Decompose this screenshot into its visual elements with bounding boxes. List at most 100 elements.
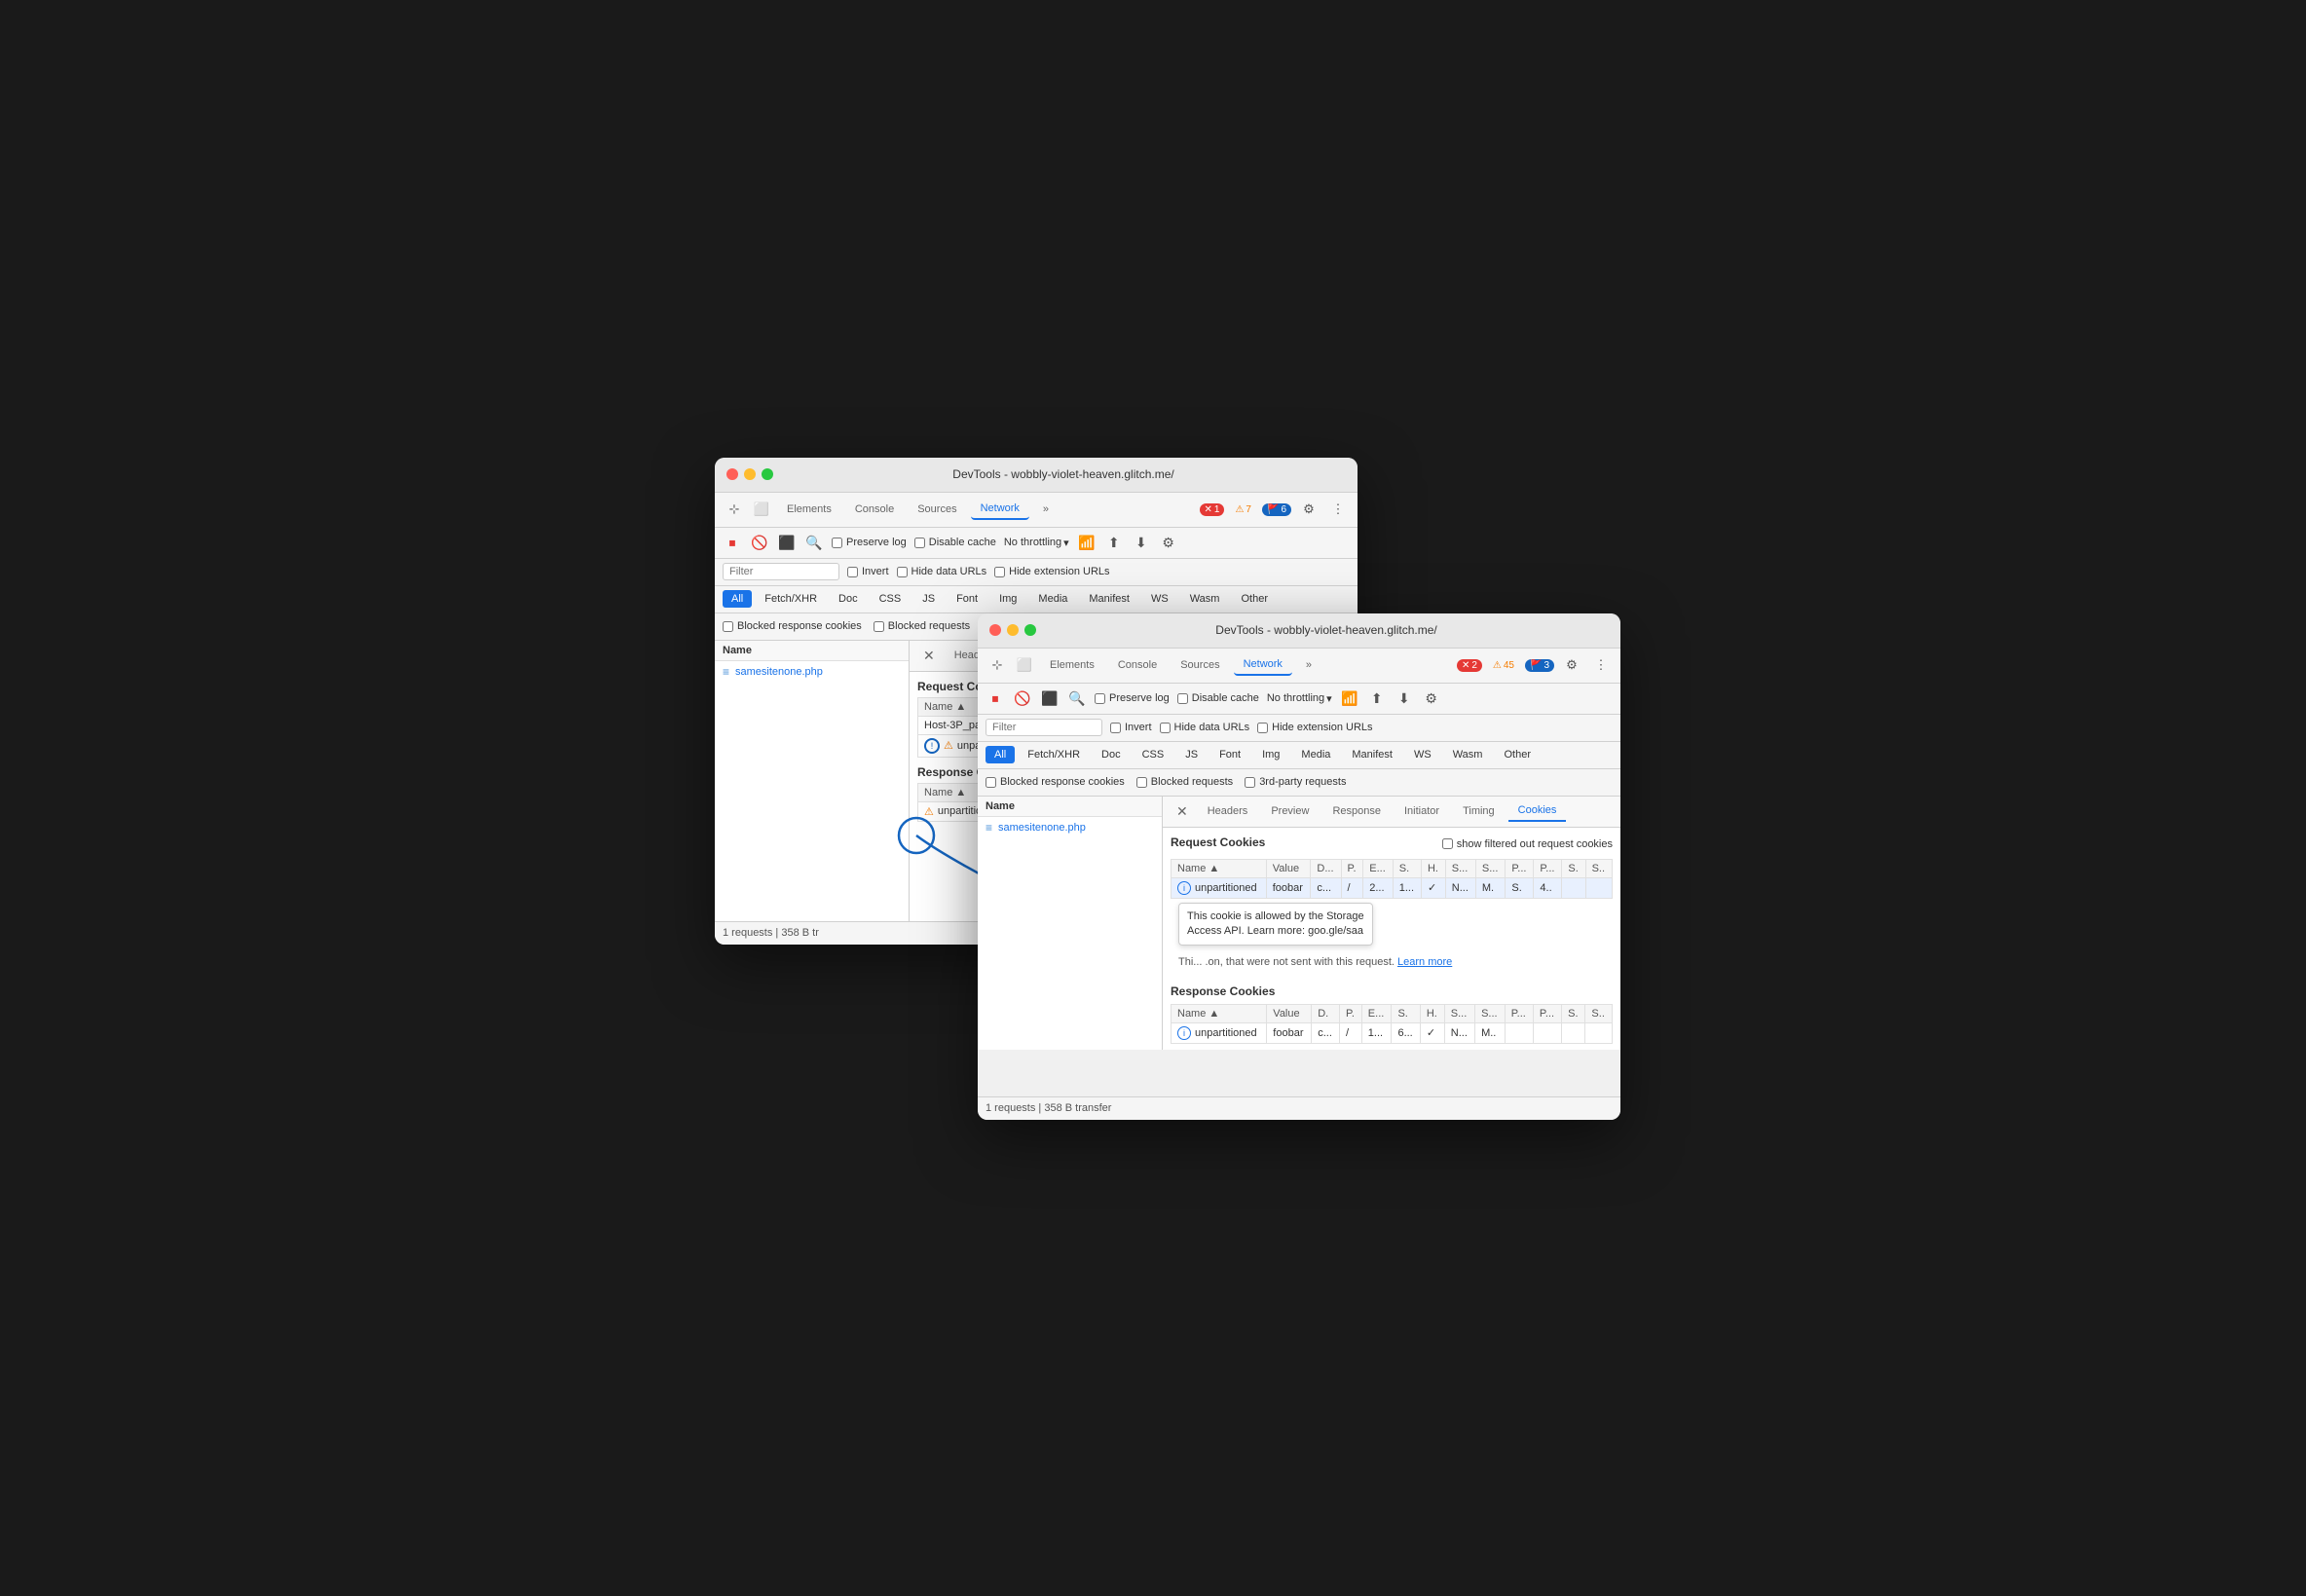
close-button-back[interactable] bbox=[726, 468, 738, 480]
type-ws-back[interactable]: WS bbox=[1142, 590, 1177, 608]
invert-label-back[interactable]: Invert bbox=[847, 566, 889, 577]
type-other-front[interactable]: Other bbox=[1495, 746, 1540, 763]
detail-preview-front[interactable]: Preview bbox=[1261, 801, 1319, 821]
stop-icon-back[interactable]: ⏹ bbox=[723, 533, 742, 552]
blocked-resp-back[interactable] bbox=[723, 621, 733, 632]
devtools-mobile-icon[interactable]: ⬜ bbox=[750, 498, 773, 521]
type-doc-front[interactable]: Doc bbox=[1093, 746, 1130, 763]
tab-more-front[interactable]: » bbox=[1296, 655, 1321, 675]
maximize-button-back[interactable] bbox=[762, 468, 773, 480]
disable-cache-checkbox-front[interactable] bbox=[1177, 693, 1188, 704]
type-js-back[interactable]: JS bbox=[913, 590, 944, 608]
preserve-log-label-front[interactable]: Preserve log bbox=[1095, 692, 1170, 704]
wifi-icon-back[interactable]: 📶 bbox=[1077, 533, 1097, 552]
upload-icon-back[interactable]: ⬆ bbox=[1104, 533, 1124, 552]
type-img-back[interactable]: Img bbox=[990, 590, 1025, 608]
download-icon-back[interactable]: ⬇ bbox=[1132, 533, 1151, 552]
tab-sources-front[interactable]: Sources bbox=[1171, 655, 1229, 675]
tab-network-front[interactable]: Network bbox=[1234, 654, 1292, 676]
third-party-front[interactable] bbox=[1245, 777, 1255, 788]
learn-more-link-front[interactable]: Learn more bbox=[1397, 956, 1452, 968]
detail-headers-front[interactable]: Headers bbox=[1198, 801, 1258, 821]
name-row-back[interactable]: ≡ samesitenone.php bbox=[715, 661, 909, 683]
invert-checkbox-front[interactable] bbox=[1110, 723, 1121, 733]
type-js-front[interactable]: JS bbox=[1176, 746, 1207, 763]
settings2-icon-front[interactable]: ⚙ bbox=[1422, 688, 1441, 708]
type-font-front[interactable]: Font bbox=[1210, 746, 1249, 763]
blocked-req-label-back[interactable]: Blocked requests bbox=[874, 620, 970, 632]
blocked-resp-front[interactable] bbox=[986, 777, 996, 788]
blocked-req-back[interactable] bbox=[874, 621, 884, 632]
blocked-resp-label-front[interactable]: Blocked response cookies bbox=[986, 776, 1125, 788]
detail-close-front[interactable]: ✕ bbox=[1171, 803, 1194, 820]
preserve-log-label-back[interactable]: Preserve log bbox=[832, 537, 907, 548]
detail-close-back[interactable]: ✕ bbox=[917, 648, 941, 664]
search-icon-front[interactable]: 🔍 bbox=[1067, 688, 1087, 708]
stop-icon-front[interactable]: ⏹ bbox=[986, 688, 1005, 708]
more-icon-back[interactable]: ⋮ bbox=[1326, 498, 1350, 521]
tab-elements-back[interactable]: Elements bbox=[777, 500, 841, 519]
show-filtered-checkbox-front[interactable] bbox=[1442, 838, 1453, 849]
download-icon-front[interactable]: ⬇ bbox=[1395, 688, 1414, 708]
show-filtered-label-front[interactable]: show filtered out request cookies bbox=[1442, 838, 1613, 850]
type-css-front[interactable]: CSS bbox=[1134, 746, 1173, 763]
settings-icon-front[interactable]: ⚙ bbox=[1560, 653, 1583, 677]
tab-sources-back[interactable]: Sources bbox=[908, 500, 966, 519]
hide-data-urls-label-front[interactable]: Hide data URLs bbox=[1160, 722, 1250, 733]
type-all-front[interactable]: All bbox=[986, 746, 1015, 763]
clear-icon-back[interactable]: 🚫 bbox=[750, 533, 769, 552]
devtools-cursor-icon-front[interactable]: ⊹ bbox=[986, 653, 1009, 677]
resp-row-1-front[interactable]: i unpartitioned foobar c... / 1... 6... … bbox=[1172, 1022, 1613, 1043]
disable-cache-label-back[interactable]: Disable cache bbox=[914, 537, 996, 548]
detail-timing-front[interactable]: Timing bbox=[1453, 801, 1505, 821]
clear-icon-front[interactable]: 🚫 bbox=[1013, 688, 1032, 708]
settings-icon-back[interactable]: ⚙ bbox=[1297, 498, 1320, 521]
blocked-req-label-front[interactable]: Blocked requests bbox=[1136, 776, 1233, 788]
third-party-label-front[interactable]: 3rd-party requests bbox=[1245, 776, 1346, 788]
throttle-back[interactable]: No throttling ▾ bbox=[1004, 537, 1069, 549]
settings2-icon-back[interactable]: ⚙ bbox=[1159, 533, 1178, 552]
filter-input-back[interactable] bbox=[723, 563, 839, 580]
minimize-button-back[interactable] bbox=[744, 468, 756, 480]
throttle-front[interactable]: No throttling ▾ bbox=[1267, 692, 1332, 705]
name-row-front[interactable]: ≡ samesitenone.php bbox=[978, 817, 1162, 838]
type-manifest-back[interactable]: Manifest bbox=[1080, 590, 1138, 608]
tab-console-front[interactable]: Console bbox=[1108, 655, 1167, 675]
wifi-icon-front[interactable]: 📶 bbox=[1340, 688, 1359, 708]
type-media-back[interactable]: Media bbox=[1029, 590, 1076, 608]
type-wasm-back[interactable]: Wasm bbox=[1181, 590, 1229, 608]
hide-ext-label-back[interactable]: Hide extension URLs bbox=[994, 566, 1109, 577]
disable-cache-label-front[interactable]: Disable cache bbox=[1177, 692, 1259, 704]
type-css-back[interactable]: CSS bbox=[871, 590, 911, 608]
tab-more-back[interactable]: » bbox=[1033, 500, 1059, 519]
devtools-cursor-icon[interactable]: ⊹ bbox=[723, 498, 746, 521]
minimize-button-front[interactable] bbox=[1007, 624, 1019, 636]
filter-icon-front[interactable]: ⬛ bbox=[1040, 688, 1060, 708]
hide-data-urls-back[interactable] bbox=[897, 567, 908, 577]
search-icon-back[interactable]: 🔍 bbox=[804, 533, 824, 552]
upload-icon-front[interactable]: ⬆ bbox=[1367, 688, 1387, 708]
blocked-req-front[interactable] bbox=[1136, 777, 1147, 788]
disable-cache-checkbox-back[interactable] bbox=[914, 538, 925, 548]
detail-response-front[interactable]: Response bbox=[1322, 801, 1391, 821]
type-all-back[interactable]: All bbox=[723, 590, 752, 608]
type-other-back[interactable]: Other bbox=[1232, 590, 1277, 608]
hide-ext-back[interactable] bbox=[994, 567, 1005, 577]
more-icon-front[interactable]: ⋮ bbox=[1589, 653, 1613, 677]
invert-label-front[interactable]: Invert bbox=[1110, 722, 1152, 733]
preserve-log-checkbox-back[interactable] bbox=[832, 538, 842, 548]
hide-data-urls-front[interactable] bbox=[1160, 723, 1171, 733]
close-button-front[interactable] bbox=[989, 624, 1001, 636]
preserve-log-checkbox-front[interactable] bbox=[1095, 693, 1105, 704]
type-media-front[interactable]: Media bbox=[1292, 746, 1339, 763]
filter-icon-back[interactable]: ⬛ bbox=[777, 533, 797, 552]
type-manifest-front[interactable]: Manifest bbox=[1343, 746, 1401, 763]
type-fetch-front[interactable]: Fetch/XHR bbox=[1019, 746, 1089, 763]
hide-ext-label-front[interactable]: Hide extension URLs bbox=[1257, 722, 1372, 733]
type-fetch-back[interactable]: Fetch/XHR bbox=[756, 590, 826, 608]
tab-console-back[interactable]: Console bbox=[845, 500, 904, 519]
type-doc-back[interactable]: Doc bbox=[830, 590, 867, 608]
type-img-front[interactable]: Img bbox=[1253, 746, 1288, 763]
tab-elements-front[interactable]: Elements bbox=[1040, 655, 1104, 675]
type-ws-front[interactable]: WS bbox=[1405, 746, 1440, 763]
